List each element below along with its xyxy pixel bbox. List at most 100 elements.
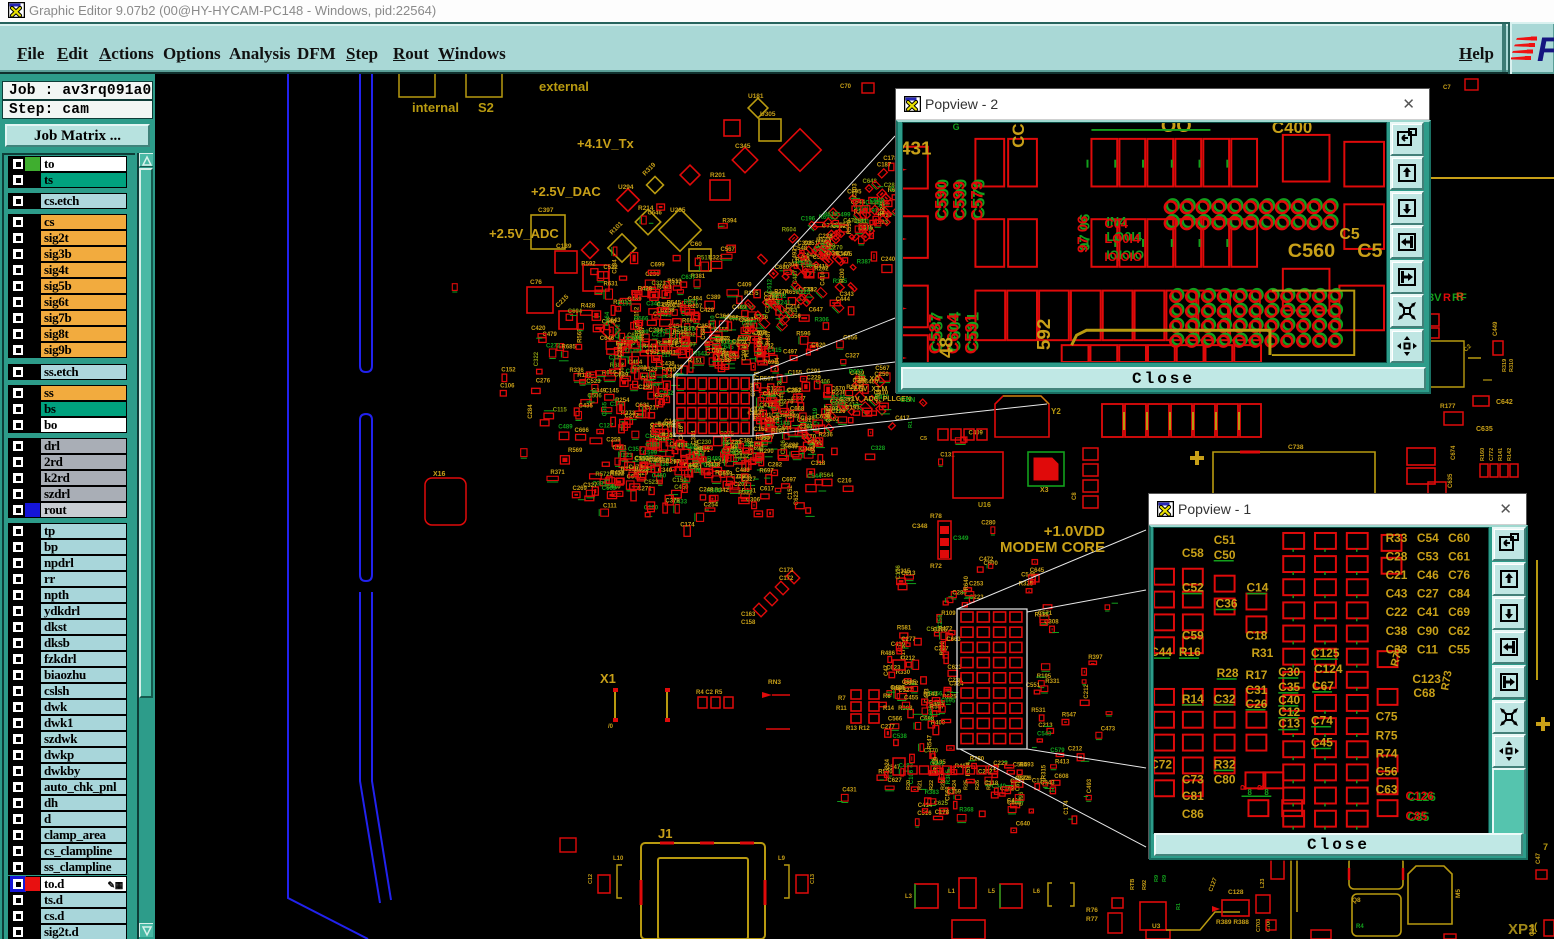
svg-text:R640: R640	[964, 575, 970, 590]
svg-text:C229: C229	[807, 376, 822, 382]
svg-text:C663: C663	[946, 637, 961, 643]
svg-text:R225: R225	[796, 290, 811, 296]
svg-text:R236: R236	[819, 433, 834, 439]
svg-text:C648: C648	[863, 179, 878, 185]
svg-text:7: 7	[1543, 842, 1548, 852]
svg-text:C30: C30	[1278, 665, 1300, 679]
svg-text:L6: L6	[1033, 889, 1041, 895]
svg-text:R78: R78	[930, 513, 942, 520]
svg-text:C24: C24	[1530, 924, 1536, 936]
svg-text:C53: C53	[1417, 549, 1439, 563]
svg-text:R394: R394	[722, 218, 737, 224]
svg-text:C123: C123	[1412, 672, 1441, 686]
svg-text:C259: C259	[606, 438, 621, 444]
svg-text:L10: L10	[613, 856, 624, 862]
svg-text:C61: C61	[1448, 549, 1470, 563]
svg-text:C54: C54	[1417, 531, 1439, 545]
svg-text:C5: C5	[920, 436, 927, 442]
svg-text:+2.5V_ADC: +2.5V_ADC	[489, 226, 559, 241]
svg-text:C14: C14	[1246, 581, 1268, 595]
svg-text:C327: C327	[742, 477, 757, 483]
svg-text:C640: C640	[1016, 821, 1031, 827]
svg-text:+1.0VDD: +1.0VDD	[1044, 523, 1105, 540]
svg-text:C31: C31	[1245, 683, 1267, 697]
svg-text:X3: X3	[1040, 487, 1049, 494]
svg-text:C85: C85	[1405, 809, 1427, 823]
svg-text:GEN: GEN	[900, 397, 915, 404]
svg-text:C695: C695	[941, 699, 956, 705]
svg-text:C150: C150	[672, 478, 687, 484]
svg-text:C282: C282	[618, 342, 624, 357]
svg-text:C284: C284	[625, 336, 640, 342]
svg-text:C659: C659	[718, 472, 733, 478]
svg-text:R141: R141	[1498, 448, 1504, 461]
svg-text:C675: C675	[732, 339, 747, 345]
svg-text:C472: C472	[979, 557, 994, 563]
svg-text:C252: C252	[615, 323, 621, 338]
svg-text:R27: R27	[987, 780, 993, 790]
svg-text:C697: C697	[782, 478, 797, 484]
svg-text:+4.1V_Tx: +4.1V_Tx	[577, 136, 635, 151]
svg-text:C212: C212	[901, 656, 916, 662]
svg-text:C323: C323	[652, 281, 667, 287]
svg-text:Q8: Q8	[1352, 897, 1361, 904]
svg-text:U16: U16	[978, 502, 991, 509]
svg-text:C389: C389	[706, 295, 721, 301]
svg-text:C212: C212	[1068, 747, 1083, 753]
svg-text:R: R	[1443, 292, 1451, 304]
svg-text:R1: R1	[908, 421, 914, 428]
svg-text:R4: R4	[1356, 924, 1364, 930]
svg-text:C5: C5	[1357, 240, 1382, 262]
svg-text:+1V_XO: +1V_XO	[853, 376, 880, 383]
svg-text:C543: C543	[1037, 732, 1052, 738]
svg-text:R75: R75	[1376, 729, 1398, 743]
svg-text:C674: C674	[1451, 445, 1457, 460]
svg-text:C11: C11	[1417, 642, 1439, 656]
svg-text:C26: C26	[1245, 697, 1267, 711]
svg-text:C620: C620	[811, 343, 826, 349]
svg-text:C420: C420	[531, 326, 546, 332]
svg-text:C304: C304	[783, 263, 798, 269]
svg-text:R687: R687	[640, 326, 646, 341]
svg-text:C174: C174	[680, 522, 695, 528]
svg-text:C646: C646	[600, 336, 615, 342]
svg-text:C150: C150	[634, 456, 649, 462]
svg-text:C349: C349	[953, 535, 969, 542]
svg-text:C428: C428	[700, 308, 715, 314]
svg-text:C46: C46	[1417, 568, 1439, 582]
svg-text:RN3: RN3	[768, 679, 781, 686]
svg-text:C270: C270	[828, 245, 843, 251]
svg-text:C139: C139	[556, 243, 572, 250]
svg-text:C22: C22	[1386, 605, 1408, 619]
svg-text:C272: C272	[625, 414, 640, 420]
svg-text:C70: C70	[840, 84, 852, 90]
svg-text:R22: R22	[929, 780, 935, 790]
svg-text:R428: R428	[638, 287, 653, 293]
svg-text:C548: C548	[870, 199, 885, 205]
svg-text:C599: C599	[950, 181, 969, 221]
svg-text:C609: C609	[602, 486, 617, 492]
svg-text:C565: C565	[1013, 763, 1028, 769]
svg-text:R92: R92	[1142, 880, 1148, 890]
svg-text:C76: C76	[530, 279, 542, 286]
svg-text:C306: C306	[746, 498, 761, 504]
svg-text:R375: R375	[654, 330, 669, 336]
svg-text:R572: R572	[595, 472, 610, 478]
svg-text:R77: R77	[1086, 916, 1098, 923]
svg-text:C352: C352	[787, 388, 802, 394]
svg-text:C328: C328	[871, 446, 886, 452]
svg-text:R593: R593	[673, 330, 688, 336]
svg-text:48: 48	[936, 337, 957, 358]
svg-text:C145: C145	[605, 389, 620, 395]
svg-text:+2.5V_DAC: +2.5V_DAC	[531, 184, 601, 199]
svg-text:C172: C172	[779, 576, 794, 582]
svg-text:R592: R592	[581, 262, 596, 268]
svg-text:RTB: RTB	[1130, 879, 1136, 890]
svg-text:C44: C44	[1153, 645, 1172, 659]
svg-text:R200: R200	[840, 268, 846, 283]
svg-text:C523: C523	[586, 379, 601, 385]
svg-text:C04: C04	[1104, 216, 1128, 231]
svg-text:C280: C280	[981, 521, 996, 527]
svg-text:CC: CC	[1009, 123, 1028, 147]
svg-text:C449: C449	[1493, 321, 1499, 336]
